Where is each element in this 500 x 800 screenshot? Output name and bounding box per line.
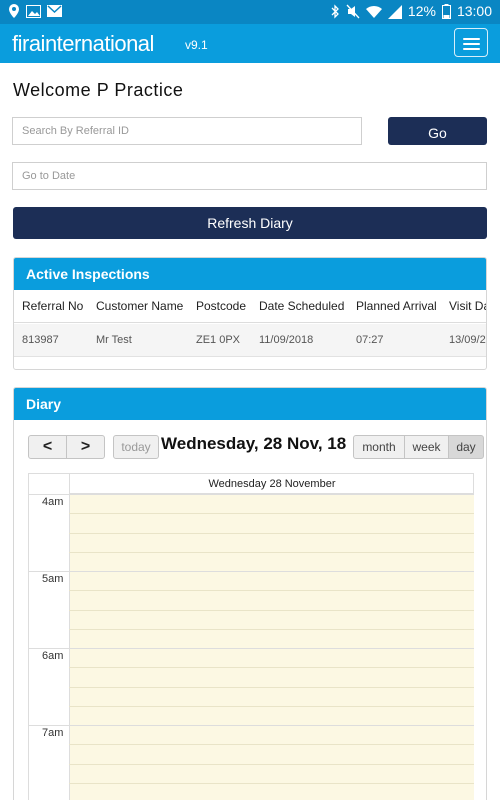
hamburger-icon-line [463,43,480,45]
hour-line [29,494,474,495]
slot-line [69,533,474,534]
week-view-button[interactable]: week [404,435,449,459]
hour-label: 5am [42,573,64,585]
clock: 13:00 [456,3,492,19]
hour-line [29,725,474,726]
slot-line [69,764,474,765]
hamburger-icon [463,38,480,40]
column-header: Visit Date [449,299,486,313]
go-button[interactable]: Go [388,117,487,145]
hour-line [29,571,474,572]
slot-line [69,590,474,591]
table-cell: 07:27 [356,334,384,346]
referral-search-input[interactable]: Search By Referral ID [12,117,362,145]
slot-line [69,552,474,553]
mail-icon [47,5,62,17]
wifi-icon [365,5,382,19]
refresh-diary-button[interactable]: Refresh Diary [13,207,487,239]
slot-line [69,744,474,745]
mute-icon [346,4,360,19]
slot-line [69,706,474,707]
slot-line [69,783,474,784]
day-column-header: Wednesday 28 November [69,474,474,494]
day-column[interactable] [69,494,474,800]
hamburger-icon-line [463,48,480,50]
battery-percent: 12% [407,3,436,19]
hour-line [29,648,474,649]
time-axis [29,494,69,800]
hour-label: 4am [42,496,64,508]
column-header: Customer Name [96,299,184,313]
inspections-table[interactable]: Referral No Customer Name Postcode Date … [14,290,486,369]
day-grid[interactable]: Wednesday 28 November 4am 5am 6am 7am [28,473,474,800]
slot-line [69,667,474,668]
signal-icon [387,4,402,19]
app-header: firainternational v9.1 [0,24,500,63]
app-version: v9.1 [185,38,208,52]
diary-panel: Diary < > today Wednesday, 28 Nov, 18 mo… [13,387,487,800]
active-inspections-title: Active Inspections [14,258,486,290]
month-view-button[interactable]: month [353,435,405,459]
hour-label: 6am [42,650,64,662]
slot-line [69,629,474,630]
hour-label: 7am [42,727,64,739]
active-inspections-panel: Active Inspections Referral No Customer … [13,257,487,370]
column-header: Postcode [196,299,247,313]
prev-button[interactable]: < [28,435,67,459]
table-header-row: Referral No Customer Name Postcode Date … [14,290,486,323]
column-header: Date Scheduled [259,299,345,313]
calendar-date-heading: Wednesday, 28 Nov, 18 [161,434,347,453]
diary-title: Diary [14,388,486,420]
slot-line [69,610,474,611]
status-bar: 12% 13:00 [0,0,500,24]
welcome-heading: Welcome P Practice [13,80,184,100]
slot-line [69,513,474,514]
day-view-button[interactable]: day [448,435,484,459]
image-icon [26,4,41,18]
column-header: Planned Arrival [356,299,437,313]
menu-button[interactable] [454,28,488,57]
table-cell: ZE1 0PX [196,334,241,346]
table-row[interactable]: 813987 Mr Test ZE1 0PX 11/09/2018 07:27 … [14,324,486,357]
column-header: Referral No [22,299,84,313]
table-cell: 813987 [22,334,59,346]
table-cell: Mr Test [96,334,132,346]
brand-logo: firainternational [12,31,154,56]
today-button[interactable]: today [113,435,159,459]
next-button[interactable]: > [66,435,105,459]
location-icon [8,4,20,18]
go-to-date-input[interactable]: Go to Date [12,162,487,190]
battery-icon [441,4,451,19]
table-cell: 13/09/2018 [449,334,486,346]
bluetooth-icon [331,4,340,19]
slot-line [69,687,474,688]
table-cell: 11/09/2018 [259,334,314,346]
